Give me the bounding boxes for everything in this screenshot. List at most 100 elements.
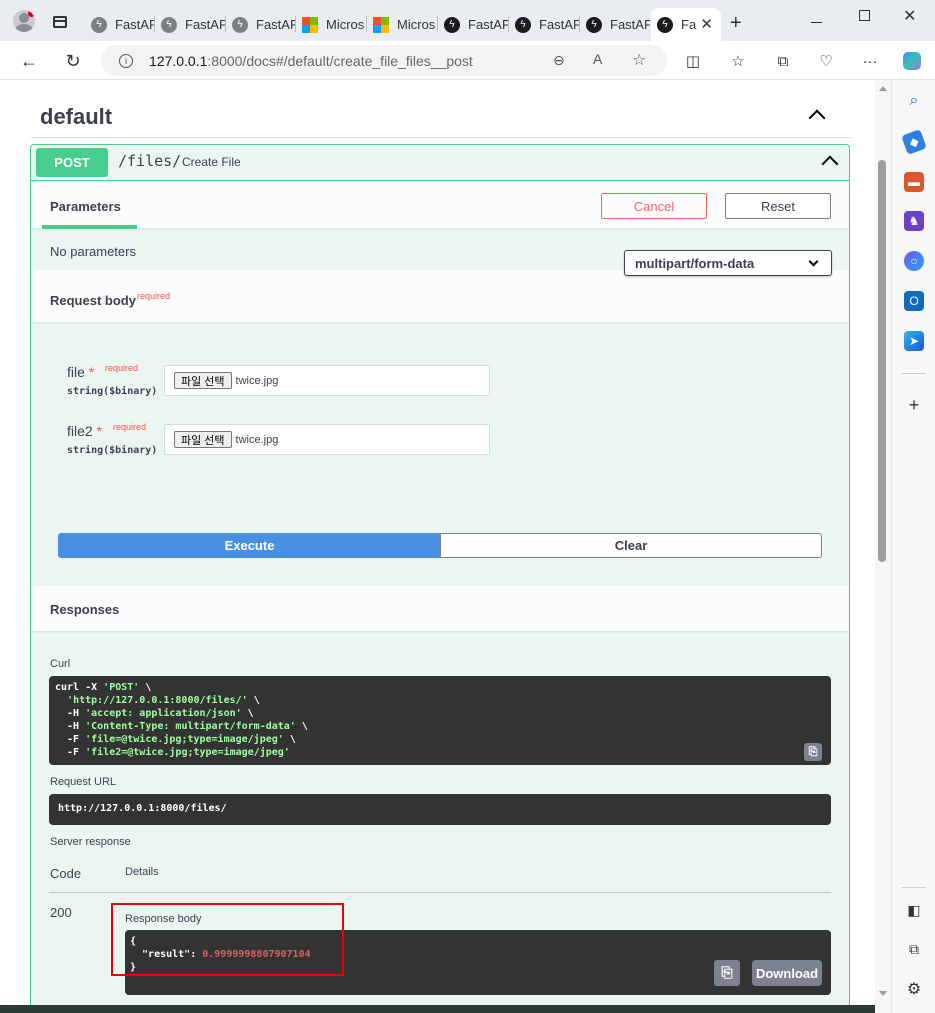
details-column-header: Details	[125, 866, 159, 878]
minimize-icon[interactable]	[811, 22, 822, 23]
curl-line: curl -X 'POST' \	[55, 682, 152, 693]
operation-block: POST /files/ Create File Parameters Canc…	[30, 144, 850, 1013]
fastapi-icon: ϟ	[161, 16, 177, 33]
settings-gear-icon[interactable]: ⚙	[904, 979, 924, 999]
scroll-up-arrow-icon[interactable]	[879, 86, 887, 91]
file-name: twice.jpg	[235, 374, 279, 387]
clear-button[interactable]: Clear	[440, 533, 822, 558]
browser-tab[interactable]: Micros	[296, 8, 367, 41]
collapse-chevron-icon[interactable]	[821, 155, 839, 173]
collections-icon[interactable]: ⧉	[771, 49, 795, 73]
read-aloud-icon[interactable]: A	[593, 51, 602, 67]
scrollbar-thumb[interactable]	[878, 160, 886, 562]
games-chess-icon[interactable]: ♞	[904, 211, 924, 231]
tab-label: Fa	[681, 17, 697, 32]
tab-label: Micros	[397, 17, 436, 32]
tools-briefcase-icon[interactable]: ▬	[904, 172, 924, 192]
request-url-block: http://127.0.0.1:8000/files/	[49, 794, 831, 825]
operation-path: /files/	[118, 152, 182, 170]
profile-avatar-icon[interactable]	[13, 10, 35, 32]
browser-tab[interactable]: ϟ FastAP	[438, 8, 509, 41]
required-marker: required	[137, 291, 171, 301]
new-tab-plus-icon[interactable]: +	[730, 12, 742, 35]
scroll-down-arrow-icon[interactable]	[879, 991, 887, 996]
favorite-star-icon[interactable]: ☆	[632, 50, 646, 70]
content-type-select[interactable]: multipart/form-data	[624, 250, 832, 276]
hide-sidebar-icon[interactable]: ◧	[904, 900, 924, 920]
browser-essentials-icon[interactable]: ♡	[814, 49, 838, 73]
tab-actions-icon[interactable]	[53, 16, 67, 28]
split-screen-icon[interactable]: ◫	[681, 49, 705, 73]
tab-label: FastAP	[539, 17, 580, 32]
tab-label: FastAP	[610, 17, 650, 32]
responses-title: Responses	[50, 602, 120, 617]
copy-to-clipboard-icon[interactable]: ⎘	[804, 743, 822, 761]
edge-sidebar: ⌕ ◆ ▬ ♞ ○ O ➤ + ◧ ⧉ ⚙	[891, 80, 935, 1013]
external-link-icon[interactable]: ⧉	[904, 939, 924, 959]
send-plane-icon[interactable]: ➤	[904, 331, 924, 351]
browser-tab[interactable]: ϟ FastAP	[85, 8, 155, 41]
close-tab-icon[interactable]: ✕	[700, 15, 713, 33]
file-input[interactable]: 파일 선택 twice.jpg	[164, 424, 490, 455]
back-arrow-icon[interactable]: ←	[17, 49, 41, 73]
browser-tab[interactable]: ϟ FastAP	[155, 8, 226, 41]
field-type: string($binary)	[67, 386, 158, 397]
field-type: string($binary)	[67, 445, 158, 456]
tab-underline	[42, 225, 137, 229]
fastapi-icon: ϟ	[586, 16, 602, 33]
tab-label: Micros	[326, 17, 365, 32]
swagger-page: default POST /files/ Create File Paramet…	[0, 80, 875, 1013]
address-toolbar: ← ↻ i 127.0.0.1:8000/docs#/default/creat…	[0, 41, 935, 80]
tab-label: FastAP	[185, 17, 226, 32]
fastapi-icon: ϟ	[515, 16, 531, 33]
maximize-icon[interactable]	[859, 10, 870, 21]
download-button[interactable]: Download	[752, 960, 822, 986]
tab-label: FastAP	[115, 17, 155, 32]
copy-to-clipboard-icon[interactable]: ⎘	[714, 960, 740, 986]
url-path: :8000/docs#/default/create_file_files__p…	[207, 52, 473, 69]
curl-line: -F 'file=@twice.jpg;type=image/jpeg' \	[55, 734, 296, 745]
refresh-icon[interactable]: ↻	[61, 49, 85, 73]
chevron-down-icon	[808, 256, 819, 267]
cancel-button[interactable]: Cancel	[601, 193, 707, 219]
curl-label: Curl	[50, 658, 71, 670]
browser-tab-active[interactable]: ϟ Fa ✕	[651, 8, 721, 41]
outlook-icon[interactable]: O	[904, 291, 924, 311]
favorites-icon[interactable]: ☆	[726, 49, 750, 73]
shopping-tag-icon[interactable]: ◆	[901, 129, 927, 155]
reset-button[interactable]: Reset	[725, 193, 831, 219]
tab-parameters[interactable]: Parameters	[50, 199, 121, 214]
curl-line: -F 'file2=@twice.jpg;type=image/jpeg'	[55, 747, 290, 758]
more-menu-icon[interactable]: ···	[858, 49, 882, 73]
response-table-divider	[49, 892, 831, 893]
operation-summary[interactable]: POST /files/ Create File	[31, 145, 849, 181]
response-code: 200	[50, 905, 72, 920]
request-url-value: http://127.0.0.1:8000/files/	[58, 803, 227, 814]
choose-file-button[interactable]: 파일 선택	[174, 431, 232, 448]
microsoft-365-icon[interactable]: ○	[904, 251, 924, 271]
execute-button[interactable]: Execute	[58, 533, 441, 558]
browser-tab[interactable]: ϟ FastAP	[580, 8, 650, 41]
collapse-chevron-icon[interactable]	[808, 109, 826, 127]
add-sidebar-app-icon[interactable]: +	[904, 395, 924, 415]
copilot-icon[interactable]	[900, 49, 924, 73]
address-bar[interactable]: i 127.0.0.1:8000/docs#/default/create_fi…	[101, 45, 667, 76]
zoom-icon[interactable]: ⊖	[553, 52, 565, 69]
choose-file-button[interactable]: 파일 선택	[174, 372, 232, 389]
required-marker: required	[113, 422, 147, 432]
fastapi-icon: ϟ	[657, 16, 673, 33]
curl-line: 'http://127.0.0.1:8000/files/' \	[67, 695, 260, 706]
fastapi-icon: ϟ	[232, 16, 248, 33]
browser-tab[interactable]: ϟ FastAP	[509, 8, 580, 41]
close-window-icon[interactable]: ✕	[903, 6, 916, 26]
search-icon[interactable]: ⌕	[904, 91, 924, 111]
curl-line: -H 'Content-Type: multipart/form-data' \	[55, 721, 308, 732]
fastapi-icon: ϟ	[91, 16, 107, 33]
url-host: 127.0.0.1	[149, 52, 208, 69]
browser-tab[interactable]: Micros	[367, 8, 438, 41]
microsoft-logo-icon	[302, 16, 318, 33]
file-input[interactable]: 파일 선택 twice.jpg	[164, 365, 490, 396]
browser-tab[interactable]: ϟ FastAP	[226, 8, 296, 41]
site-info-icon[interactable]: i	[119, 53, 133, 68]
operation-summary-text: Create File	[182, 155, 241, 169]
